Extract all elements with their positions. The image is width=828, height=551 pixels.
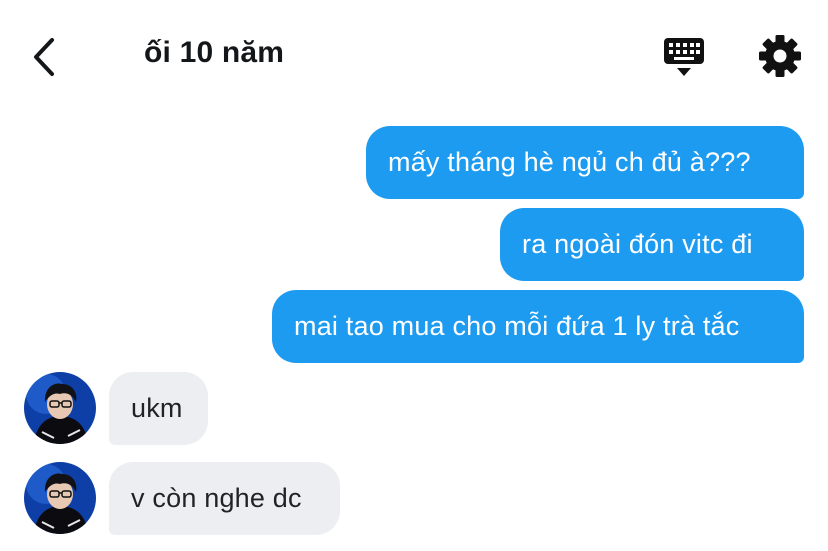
avatar-image	[24, 372, 96, 444]
gear-icon	[759, 35, 801, 77]
chat-header: ối 10 năm	[0, 0, 828, 110]
back-button[interactable]	[26, 34, 66, 80]
incoming-message-bubble[interactable]: v còn nghe dc	[109, 462, 340, 535]
keyboard-icon	[664, 38, 704, 76]
chevron-left-icon	[34, 38, 54, 76]
outgoing-message-bubble[interactable]: mấy tháng hè ngủ ch đủ à???	[366, 126, 804, 199]
keyboard-button[interactable]	[660, 34, 708, 80]
incoming-message-bubble[interactable]: ukm	[109, 372, 208, 445]
contact-avatar[interactable]	[24, 462, 96, 534]
avatar-image	[24, 462, 96, 534]
conversation-title: ối 10 năm	[144, 36, 285, 69]
settings-button[interactable]	[758, 34, 802, 78]
outgoing-message-bubble[interactable]: ra ngoài đón vitc đi	[500, 208, 804, 281]
contact-avatar[interactable]	[24, 372, 96, 444]
outgoing-message-bubble[interactable]: mai tao mua cho mỗi đứa 1 ly trà tắc	[272, 290, 804, 363]
chat-screen: ối 10 năm mấy tháng hè ngủ ch đủ à??? ra…	[0, 0, 828, 551]
